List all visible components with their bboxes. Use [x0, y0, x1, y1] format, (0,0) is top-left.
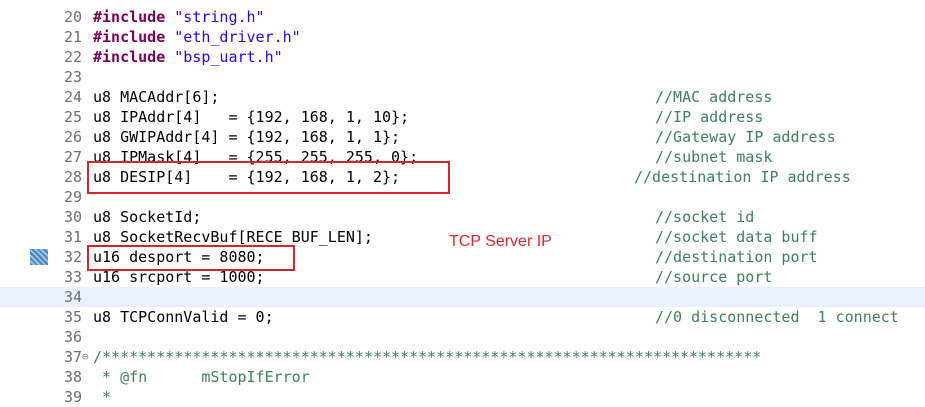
line-number: 30 — [63, 208, 82, 226]
line-number: 29 — [63, 188, 82, 206]
code-token: "string.h" — [174, 8, 265, 26]
fold-toggle-icon[interactable]: ⊖ — [82, 347, 92, 367]
line-number: 28 — [63, 168, 82, 186]
code-comment: //subnet mask — [655, 148, 773, 166]
code-token: * — [93, 388, 112, 406]
code-text: u8 IPAddr[4] = {192, 168, 1, 10}; — [93, 107, 409, 127]
code-token: #include — [93, 8, 175, 26]
code-line[interactable]: 21 #include "eth_driver.h" — [0, 27, 925, 47]
code-line[interactable]: 24 u8 MACAddr[6]; //MAC address — [0, 87, 925, 107]
line-number: 26 — [63, 128, 82, 146]
code-line[interactable]: 35 u8 TCPConnValid = 0; //0 disconnected 1… — [0, 307, 925, 327]
line-number: 33 — [63, 268, 82, 286]
code-line[interactable]: 25 u8 IPAddr[4] = {192, 168, 1, 10}; //IP … — [0, 107, 925, 127]
code-text: #include "eth_driver.h" — [93, 27, 301, 47]
line-number: 39 — [63, 388, 82, 406]
code-line[interactable]: 23 — [0, 67, 925, 87]
code-line[interactable]: 39 * — [0, 387, 925, 407]
code-token: u8 IPAddr[4] = {192, 168, 1, 10}; — [93, 108, 410, 126]
code-token: /***************************************… — [93, 348, 762, 366]
code-token: #include — [93, 48, 175, 66]
code-text: u8 GWIPAddr[4] = {192, 168, 1, 1}; — [93, 127, 400, 147]
code-token: #include — [93, 28, 175, 46]
line-number: 24 — [63, 88, 82, 106]
code-line[interactable]: 36 — [0, 327, 925, 347]
code-line[interactable]: 30 u8 SocketId; //socket id — [0, 207, 925, 227]
line-number: 31 — [63, 228, 82, 246]
code-comment: //socket data buff — [655, 228, 818, 246]
line-number: 37 — [63, 348, 82, 366]
code-text: u8 SocketRecvBuf[RECE_BUF_LEN]; — [93, 227, 373, 247]
code-line[interactable]: 22 #include "bsp_uart.h" — [0, 47, 925, 67]
line-number: 38 — [63, 368, 82, 386]
line-number: 32 — [63, 248, 82, 266]
code-text: /***************************************… — [93, 347, 761, 367]
code-comment: //0 disconnected 1 connect — [655, 308, 899, 326]
line-number: 21 — [63, 28, 82, 46]
code-line[interactable]: 38 * @fn mStopIfError — [0, 367, 925, 387]
code-comment: //destination IP address — [634, 168, 851, 186]
line-number: 36 — [63, 328, 82, 346]
code-text: * @fn mStopIfError — [93, 367, 310, 387]
code-comment: //MAC address — [655, 88, 773, 106]
code-comment: //destination port — [655, 248, 818, 266]
highlight-box-desport — [87, 245, 295, 271]
line-number: 35 — [63, 308, 82, 326]
code-line[interactable]: 26 u8 GWIPAddr[4] = {192, 168, 1, 1}; //Ga… — [0, 127, 925, 147]
code-text: u8 MACAddr[6]; — [93, 87, 219, 107]
code-token: u8 MACAddr[6]; — [93, 88, 220, 106]
code-token: u8 SocketId; — [93, 208, 202, 226]
line-number: 20 — [63, 8, 82, 26]
code-line[interactable]: 37 ⊖/************************************… — [0, 347, 925, 367]
code-text: * — [93, 387, 111, 407]
code-line[interactable]: 34 — [0, 287, 925, 307]
code-line[interactable]: 20 #include "string.h" — [0, 7, 925, 27]
line-number: 25 — [63, 108, 82, 126]
code-token: u8 SocketRecvBuf[RECE_BUF_LEN]; — [93, 228, 373, 246]
code-text: #include "string.h" — [93, 7, 265, 27]
code-token: u8 GWIPAddr[4] = {192, 168, 1, 1}; — [93, 128, 401, 146]
highlight-box-desip — [87, 161, 450, 194]
code-comment: //socket id — [655, 208, 755, 226]
line-number: 27 — [63, 148, 82, 166]
line-number: 23 — [63, 68, 82, 86]
code-comment: //IP address — [655, 108, 764, 126]
line-number: 34 — [63, 288, 82, 306]
code-token: "eth_driver.h" — [174, 28, 301, 46]
code-comment: //source port — [655, 268, 773, 286]
code-token: * @fn mStopIfError — [93, 368, 310, 386]
line-number: 22 — [63, 48, 82, 66]
code-text: u8 TCPConnValid = 0; — [93, 307, 274, 327]
annotation-label: TCP Server IP — [449, 233, 552, 250]
code-comment: //Gateway IP address — [655, 128, 836, 146]
code-text: u8 SocketId; — [93, 207, 201, 227]
code-text: #include "bsp_uart.h" — [93, 47, 283, 67]
code-token: u8 TCPConnValid = 0; — [93, 308, 274, 326]
code-token: "bsp_uart.h" — [174, 48, 283, 66]
